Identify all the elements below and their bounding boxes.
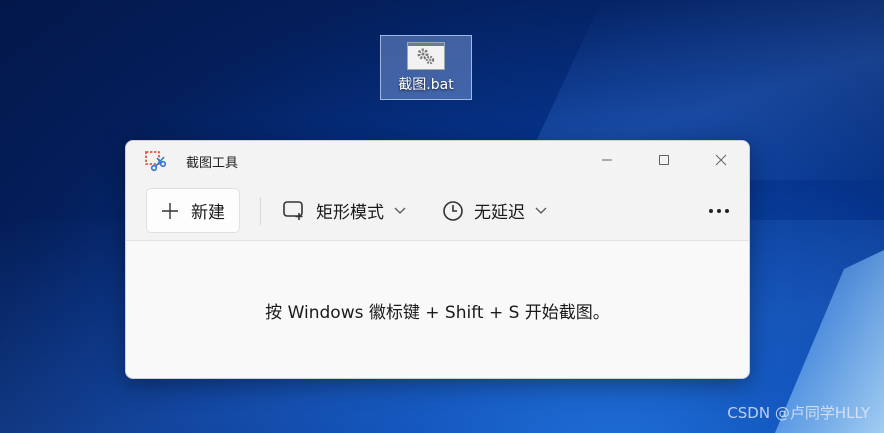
content-area: 按 Windows 徽标键 + Shift + S 开始截图。	[126, 241, 749, 378]
new-snip-button[interactable]: 新建	[146, 188, 240, 233]
snip-mode-dropdown[interactable]: 矩形模式	[278, 188, 410, 233]
chevron-down-icon	[535, 207, 547, 214]
batch-file-icon	[407, 42, 445, 70]
toolbar: 新建 矩形模式 无延迟	[126, 181, 749, 241]
shortcut-hint-text: 按 Windows 徽标键 + Shift + S 开始截图。	[265, 303, 610, 323]
snip-mode-label: 矩形模式	[316, 203, 384, 223]
ellipsis-icon	[709, 209, 729, 213]
delay-dropdown[interactable]: 无延迟	[438, 188, 551, 233]
more-options-button[interactable]	[704, 197, 734, 225]
snipping-tool-app-icon	[145, 151, 167, 172]
title-bar[interactable]: 截图工具	[126, 141, 749, 181]
close-button[interactable]	[693, 141, 749, 179]
toolbar-divider	[260, 197, 261, 225]
rectangle-mode-icon	[283, 200, 303, 220]
maximize-button[interactable]	[636, 141, 692, 179]
minimize-icon	[602, 159, 612, 161]
desktop-icon-bat-file[interactable]: 截图.bat	[380, 35, 472, 100]
clock-icon	[443, 200, 463, 221]
maximize-icon	[659, 155, 669, 165]
close-icon	[715, 154, 727, 166]
minimize-button[interactable]	[579, 141, 635, 179]
desktop-icon-label: 截图.bat	[398, 77, 454, 93]
chevron-down-icon	[394, 207, 406, 214]
window-title: 截图工具	[186, 155, 239, 171]
plus-icon	[162, 202, 178, 219]
snipping-tool-window: 截图工具 新建 矩形模式 无延迟 按 Windows 徽标键 + Shift +…	[125, 140, 750, 379]
delay-label: 无延迟	[474, 203, 525, 223]
new-snip-label: 新建	[191, 203, 225, 223]
watermark-text: CSDN @卢同学HLLY	[727, 404, 870, 422]
